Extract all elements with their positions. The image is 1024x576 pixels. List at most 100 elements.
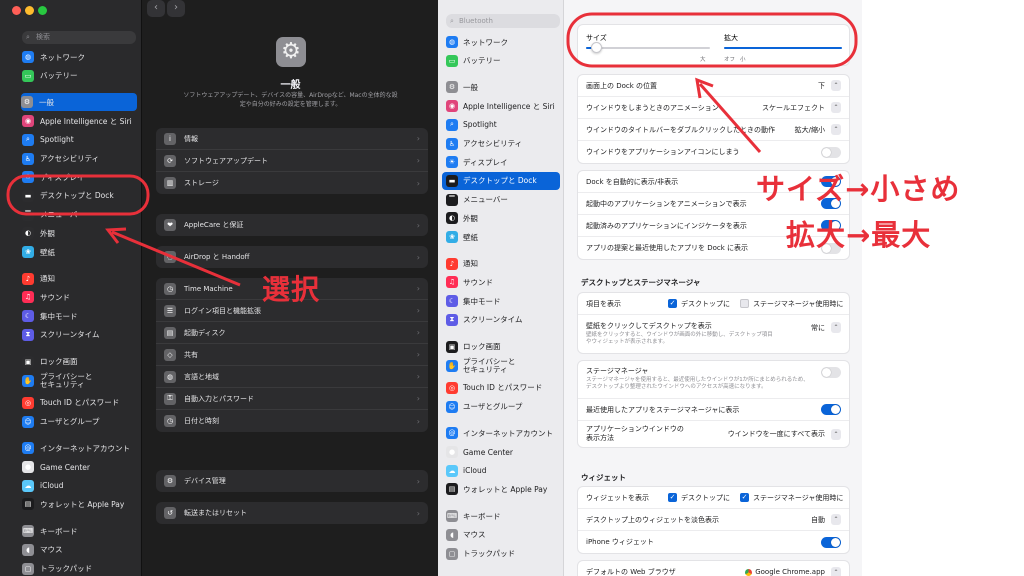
sidebar-item[interactable]: ☾ 集中モード	[446, 292, 562, 310]
general-row-label: AppleCare と保証	[184, 221, 244, 229]
recent-apps-toggle[interactable]	[821, 404, 841, 415]
sidebar-item[interactable]: ◍ ネットワーク	[446, 33, 562, 51]
sidebar-item[interactable]: ▣ ロック画面	[446, 338, 562, 356]
sidebar-item[interactable]: ♪ 通知	[446, 255, 562, 273]
sidebar-item[interactable]: ✋ プライバシーと セキュリティ	[22, 371, 138, 391]
sidebar-item[interactable]: ♫ サウンド	[22, 288, 138, 306]
sidebar-item[interactable]: ◍ ネットワーク	[22, 48, 138, 66]
general-group: ◌ AirDrop と Handoff ›	[156, 246, 428, 268]
sidebar-item[interactable]: ◎ Touch ID とパスワード	[22, 394, 138, 412]
sidebar-item[interactable]: ◐ 外観	[446, 209, 562, 227]
sidebar-item[interactable]: @ インターネットアカウント	[446, 424, 562, 442]
sidebar-item[interactable]: ◖ マウス	[446, 526, 562, 544]
globe-icon: ◍	[22, 51, 34, 63]
search-icon: ⌕	[26, 33, 30, 41]
sidebar-item[interactable]: ☺ ユーザとグループ	[22, 413, 138, 431]
general-row[interactable]: ▥ ストレージ ›	[156, 172, 428, 194]
sidebar-item[interactable]: ♿ アクセシビリティ	[22, 150, 138, 168]
sidebar-item[interactable]: ⧗ スクリーンタイム	[446, 311, 562, 329]
sidebar-item[interactable]: @ インターネットアカウント	[22, 439, 138, 457]
minimize-button[interactable]	[25, 6, 34, 15]
sidebar-item[interactable]: ▭ バッテリー	[22, 67, 138, 85]
forward-button[interactable]: ›	[167, 0, 185, 17]
general-row[interactable]: ◷ 日付と時刻 ›	[156, 410, 428, 432]
wallpaper-click-label: 壁紙をクリックしてデスクトップを表示	[586, 322, 712, 330]
sidebar-item[interactable]: ▣ ロック画面	[22, 353, 138, 371]
general-row[interactable]: i 情報 ›	[156, 128, 428, 150]
sidebar-item[interactable]: ◉ Apple Intelligence と Siri	[22, 112, 138, 130]
sidebar-item[interactable]: ♫ サウンド	[446, 273, 562, 291]
back-button[interactable]: ‹	[147, 0, 165, 17]
sidebar-item[interactable]: ▔ メニューバー	[446, 191, 562, 209]
sidebar-item[interactable]: ☀ ディスプレイ	[22, 168, 138, 186]
sidebar-item[interactable]: ⌕ Spotlight	[22, 131, 138, 149]
iphone-widgets-toggle[interactable]	[821, 536, 841, 548]
sidebar-item[interactable]: ◉ Apple Intelligence と Siri	[446, 97, 562, 115]
dock-setting-value: 拡大/縮小	[794, 125, 825, 134]
sidebar-item[interactable]: ● Game Center	[22, 458, 138, 476]
popup-stepper[interactable]: ⌃	[831, 124, 841, 135]
sidebar-item[interactable]: ❀ 壁紙	[446, 228, 562, 246]
stage-manager-toggle[interactable]	[821, 367, 841, 378]
close-button[interactable]	[12, 6, 21, 15]
wallpaper-click-stepper[interactable]: ⌃	[831, 322, 841, 333]
sidebar-item[interactable]: ▤ ウォレットと Apple Pay	[446, 480, 562, 498]
general-row[interactable]: ↺ 転送またはリセット ›	[156, 502, 428, 524]
sidebar-item[interactable]: ◖ マウス	[22, 541, 138, 559]
wallpaper-click-description: 壁紙をクリックすると、ウインドウが画面の外に移動し、デスクトップ項目やウィジェッ…	[586, 332, 773, 345]
general-row[interactable]: ◌ AirDrop と Handoff ›	[156, 246, 428, 268]
siri-icon: ◉	[446, 100, 458, 113]
general-row[interactable]: ◇ 共有 ›	[156, 344, 428, 366]
left-search-field[interactable]: ⌕ 検索	[22, 31, 136, 44]
general-row[interactable]: ◍ 言語と地域 ›	[156, 366, 428, 388]
sidebar-item[interactable]: ☀ ディスプレイ	[446, 153, 562, 171]
sidebar-item[interactable]: ❀ 壁紙	[22, 243, 138, 261]
sidebar-item[interactable]: ✋ プライバシーと セキュリティ	[446, 356, 562, 376]
sidebar-item[interactable]: ▤ ウォレットと Apple Pay	[22, 495, 138, 513]
sidebar-item[interactable]: ◐ 外観	[22, 224, 138, 242]
sidebar-item[interactable]: ● Game Center	[446, 443, 562, 461]
sidebar-item[interactable]: ☾ 集中モード	[22, 307, 138, 325]
general-row[interactable]: ❤ AppleCare と保証 ›	[156, 214, 428, 236]
sidebar-item[interactable]: ◎ Touch ID とパスワード	[446, 379, 562, 397]
general-row[interactable]: ⟳ ソフトウェアアップデート ›	[156, 150, 428, 172]
size-max-label: 大	[700, 57, 706, 63]
sidebar-item[interactable]: ▢ トラックパッド	[22, 560, 138, 576]
app-windows-stepper[interactable]: ⌃	[831, 428, 841, 440]
appearance-icon: ◐	[22, 227, 34, 240]
sidebar-item[interactable]: ⌨ キーボード	[446, 507, 562, 525]
sidebar-item[interactable]: ▔ メニューバー	[22, 206, 138, 224]
sidebar-item[interactable]: ♪ 通知	[22, 270, 138, 288]
widgets-desktop-checkbox[interactable]: ✓ デスクトップに	[668, 493, 730, 503]
sidebar-item[interactable]: ⌕ Spotlight	[446, 116, 562, 134]
popup-stepper[interactable]: ⌃	[831, 80, 841, 91]
right-search-field[interactable]: ⌕ Bluetooth	[446, 14, 560, 28]
zoom-button[interactable]	[38, 6, 47, 15]
size-slider-track[interactable]	[586, 47, 710, 49]
show-widgets-label: ウィジェットを表示	[586, 493, 649, 502]
sidebar-item[interactable]: ⌨ キーボード	[22, 522, 138, 540]
sidebar-item[interactable]: ▬ デスクトップと Dock	[442, 171, 560, 190]
general-row[interactable]: ⚿ 自動入力とパスワード ›	[156, 388, 428, 410]
dock-setting-toggle[interactable]	[821, 146, 841, 158]
popup-stepper[interactable]: ⌃	[831, 102, 841, 113]
general-row[interactable]: ⚙ デバイス管理 ›	[156, 470, 428, 492]
widgets-stage-checkbox[interactable]: ✓ ステージマネージャ使用時に	[740, 493, 843, 503]
sidebar-item[interactable]: ♿ アクセシビリティ	[446, 135, 562, 153]
mag-off-label: オフ	[724, 57, 736, 63]
stage-checkbox[interactable]: ステージマネージャ使用時に	[740, 299, 843, 309]
sidebar-item[interactable]: ☺ ユーザとグループ	[446, 398, 562, 416]
size-slider-knob[interactable]	[590, 42, 602, 53]
sidebar-item[interactable]: ⚙ 一般	[21, 93, 137, 112]
sidebar-item[interactable]: ▭ バッテリー	[446, 52, 562, 70]
sidebar-item[interactable]: ☁ iCloud	[22, 477, 138, 495]
sidebar-item[interactable]: ▢ トラックパッド	[446, 545, 562, 563]
desktop-checkbox[interactable]: ✓ デスクトップに	[668, 299, 730, 309]
sidebar-item[interactable]: ☁ iCloud	[446, 462, 562, 480]
sidebar-item[interactable]: ▬ デスクトップと Dock	[22, 187, 138, 205]
general-row[interactable]: ▤ 起動ディスク ›	[156, 322, 428, 344]
sidebar-item[interactable]: ⧗ スクリーンタイム	[22, 326, 138, 344]
widget-tint-stepper[interactable]: ⌃	[831, 514, 841, 525]
sidebar-item[interactable]: ⚙ 一般	[446, 78, 562, 96]
default-browser-stepper[interactable]: ⌃	[831, 566, 841, 576]
